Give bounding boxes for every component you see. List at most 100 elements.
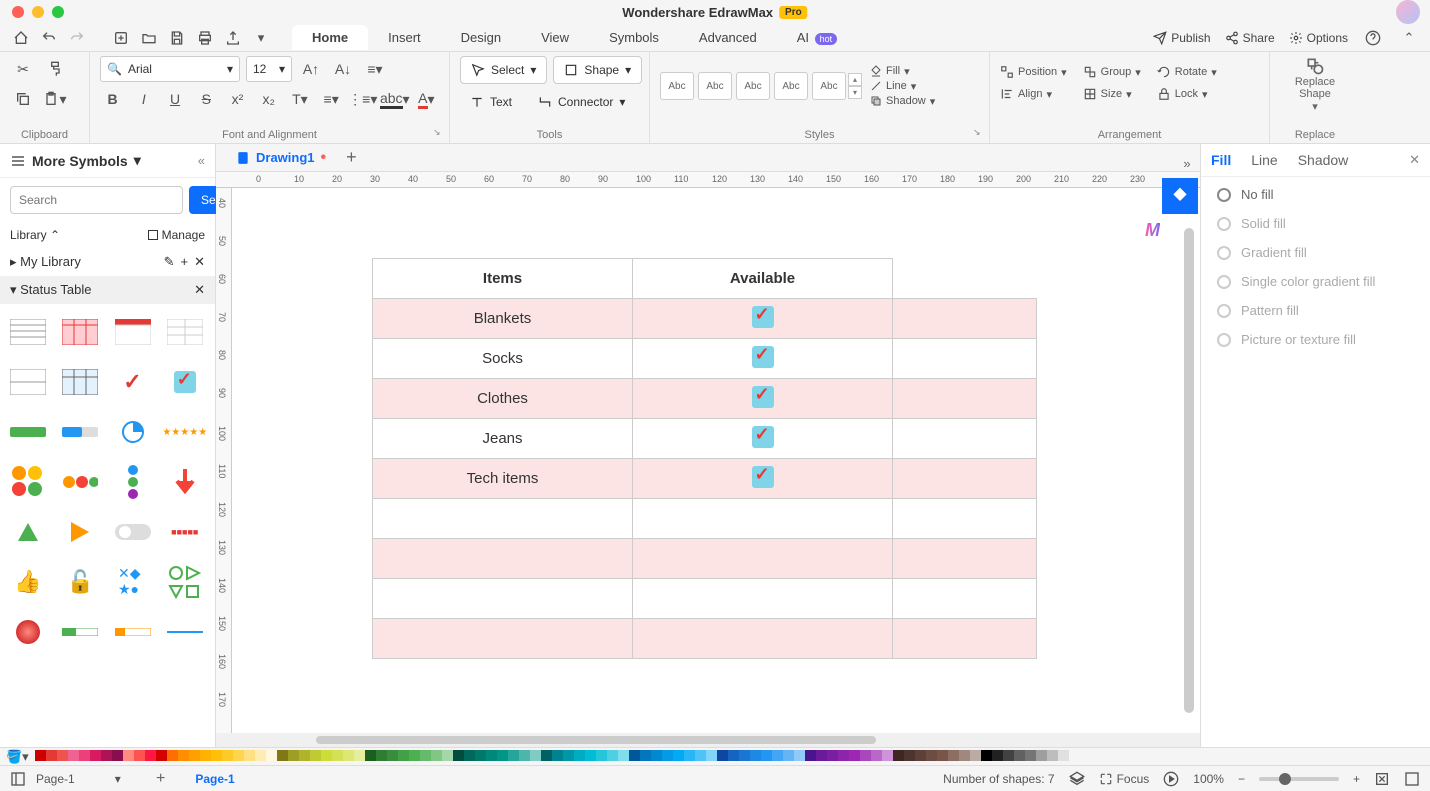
color-swatch[interactable] (200, 750, 211, 761)
manage-button[interactable]: Manage (147, 228, 205, 242)
table-row[interactable]: Jeans (373, 419, 1037, 459)
color-swatch[interactable] (244, 750, 255, 761)
color-swatch[interactable] (871, 750, 882, 761)
layers-icon[interactable] (1069, 771, 1085, 787)
window-maximize[interactable] (52, 6, 64, 18)
color-swatch[interactable] (662, 750, 673, 761)
style-up-icon[interactable]: ▴ (848, 73, 862, 86)
color-swatch[interactable] (816, 750, 827, 761)
window-minimize[interactable] (32, 6, 44, 18)
styles-launcher-icon[interactable]: ↘ (973, 127, 985, 139)
copy-icon[interactable] (10, 86, 36, 112)
color-swatch[interactable] (431, 750, 442, 761)
format-painter-icon[interactable] (42, 56, 68, 82)
fill-option-0[interactable]: No fill (1217, 187, 1414, 202)
panel-tab-shadow[interactable]: Shadow (1298, 152, 1349, 168)
panel-tab-fill[interactable]: Fill (1211, 152, 1231, 168)
color-swatch[interactable] (849, 750, 860, 761)
color-swatch[interactable] (453, 750, 464, 761)
canvas[interactable]: M ItemsAvailableBlanketsSocksClothesJean… (232, 188, 1200, 733)
style-sample-3[interactable]: Abc (774, 72, 808, 100)
zoom-slider[interactable] (1259, 777, 1339, 781)
collapse-ribbon-icon[interactable]: ⌃ (1398, 27, 1420, 49)
color-swatch[interactable] (541, 750, 552, 761)
shape-arrow-down[interactable] (165, 462, 205, 502)
increase-font-icon[interactable]: A↑ (298, 56, 324, 82)
options-button[interactable]: Options (1289, 31, 1348, 45)
search-input[interactable] (10, 186, 183, 214)
save-icon[interactable] (166, 27, 188, 49)
shape-progress-blue[interactable] (60, 412, 100, 452)
size-button[interactable]: Size▾ (1083, 84, 1141, 104)
color-swatch[interactable] (442, 750, 453, 761)
shape-tool[interactable]: Shape▾ (553, 56, 642, 84)
text-tool[interactable]: Text (460, 88, 522, 116)
color-swatch[interactable] (112, 750, 123, 761)
table-row[interactable]: Socks (373, 339, 1037, 379)
shape-progress-orange[interactable] (113, 612, 153, 652)
fill-option-5[interactable]: Picture or texture fill (1217, 332, 1414, 347)
color-swatch[interactable] (420, 750, 431, 761)
font-size-select[interactable]: 12▾ (246, 56, 292, 82)
fill-button[interactable]: Fill▾ (870, 65, 935, 78)
color-swatch[interactable] (101, 750, 112, 761)
shape-table-red[interactable] (60, 312, 100, 352)
menu-tab-ai[interactable]: AI hot (777, 25, 857, 50)
color-swatch[interactable] (607, 750, 618, 761)
collapse-sidebar-icon[interactable]: « (198, 153, 205, 168)
color-swatch[interactable] (35, 750, 46, 761)
color-swatch[interactable] (695, 750, 706, 761)
color-swatch[interactable] (233, 750, 244, 761)
color-swatch[interactable] (530, 750, 541, 761)
color-swatch[interactable] (981, 750, 992, 761)
vertical-scrollbar[interactable] (1184, 228, 1194, 713)
menu-tab-view[interactable]: View (521, 25, 589, 50)
font-select[interactable]: 🔍Arial▾ (100, 56, 240, 82)
page-select[interactable]: Page-1▾ (36, 772, 136, 786)
color-swatch[interactable] (519, 750, 530, 761)
color-swatch[interactable] (343, 750, 354, 761)
table-row[interactable] (373, 539, 1037, 579)
shape-symbols-green[interactable] (165, 562, 205, 602)
style-sample-4[interactable]: Abc (812, 72, 846, 100)
color-swatch[interactable] (255, 750, 266, 761)
line-spacing-icon[interactable]: ≡▾ (319, 86, 344, 112)
section-close-icon[interactable]: ✕ (194, 282, 205, 298)
shape-progress-green[interactable] (8, 412, 48, 452)
cut-icon[interactable]: ✂ (10, 56, 36, 82)
color-swatch[interactable] (684, 750, 695, 761)
color-swatch[interactable] (915, 750, 926, 761)
font-launcher-icon[interactable]: ↘ (433, 127, 445, 139)
color-swatch[interactable] (552, 750, 563, 761)
color-swatch[interactable] (761, 750, 772, 761)
shape-check-red[interactable]: ✓ (113, 362, 153, 402)
undo-icon[interactable] (38, 27, 60, 49)
color-swatch[interactable] (1025, 750, 1036, 761)
zoom-level[interactable]: 100% (1193, 772, 1224, 786)
panel-tab-line[interactable]: Line (1251, 152, 1277, 168)
new-tab-button[interactable]: + (346, 147, 357, 168)
color-swatch[interactable] (277, 750, 288, 761)
color-swatch[interactable] (365, 750, 376, 761)
shape-table-1[interactable] (8, 312, 48, 352)
shape-toggle[interactable] (113, 512, 153, 552)
shape-rating-bar[interactable]: ■■■■■ (165, 512, 205, 552)
color-swatch[interactable] (288, 750, 299, 761)
focus-button[interactable]: Focus (1099, 772, 1150, 786)
color-swatch[interactable] (123, 750, 134, 761)
home-icon[interactable] (10, 27, 32, 49)
rotate-button[interactable]: Rotate▾ (1157, 62, 1217, 82)
add-page-button[interactable]: + (156, 770, 165, 788)
group-button[interactable]: Group▾ (1083, 62, 1141, 82)
color-swatch[interactable] (717, 750, 728, 761)
color-swatch[interactable] (992, 750, 1003, 761)
shape-triangle-orange[interactable] (60, 512, 100, 552)
shape-line-blue[interactable] (165, 612, 205, 652)
publish-button[interactable]: Publish (1153, 31, 1210, 45)
shape-table-grey[interactable] (8, 362, 48, 402)
color-swatch[interactable] (794, 750, 805, 761)
color-swatch[interactable] (211, 750, 222, 761)
color-swatch[interactable] (156, 750, 167, 761)
expand-panel-icon[interactable]: » (1176, 152, 1198, 174)
color-swatch[interactable] (673, 750, 684, 761)
